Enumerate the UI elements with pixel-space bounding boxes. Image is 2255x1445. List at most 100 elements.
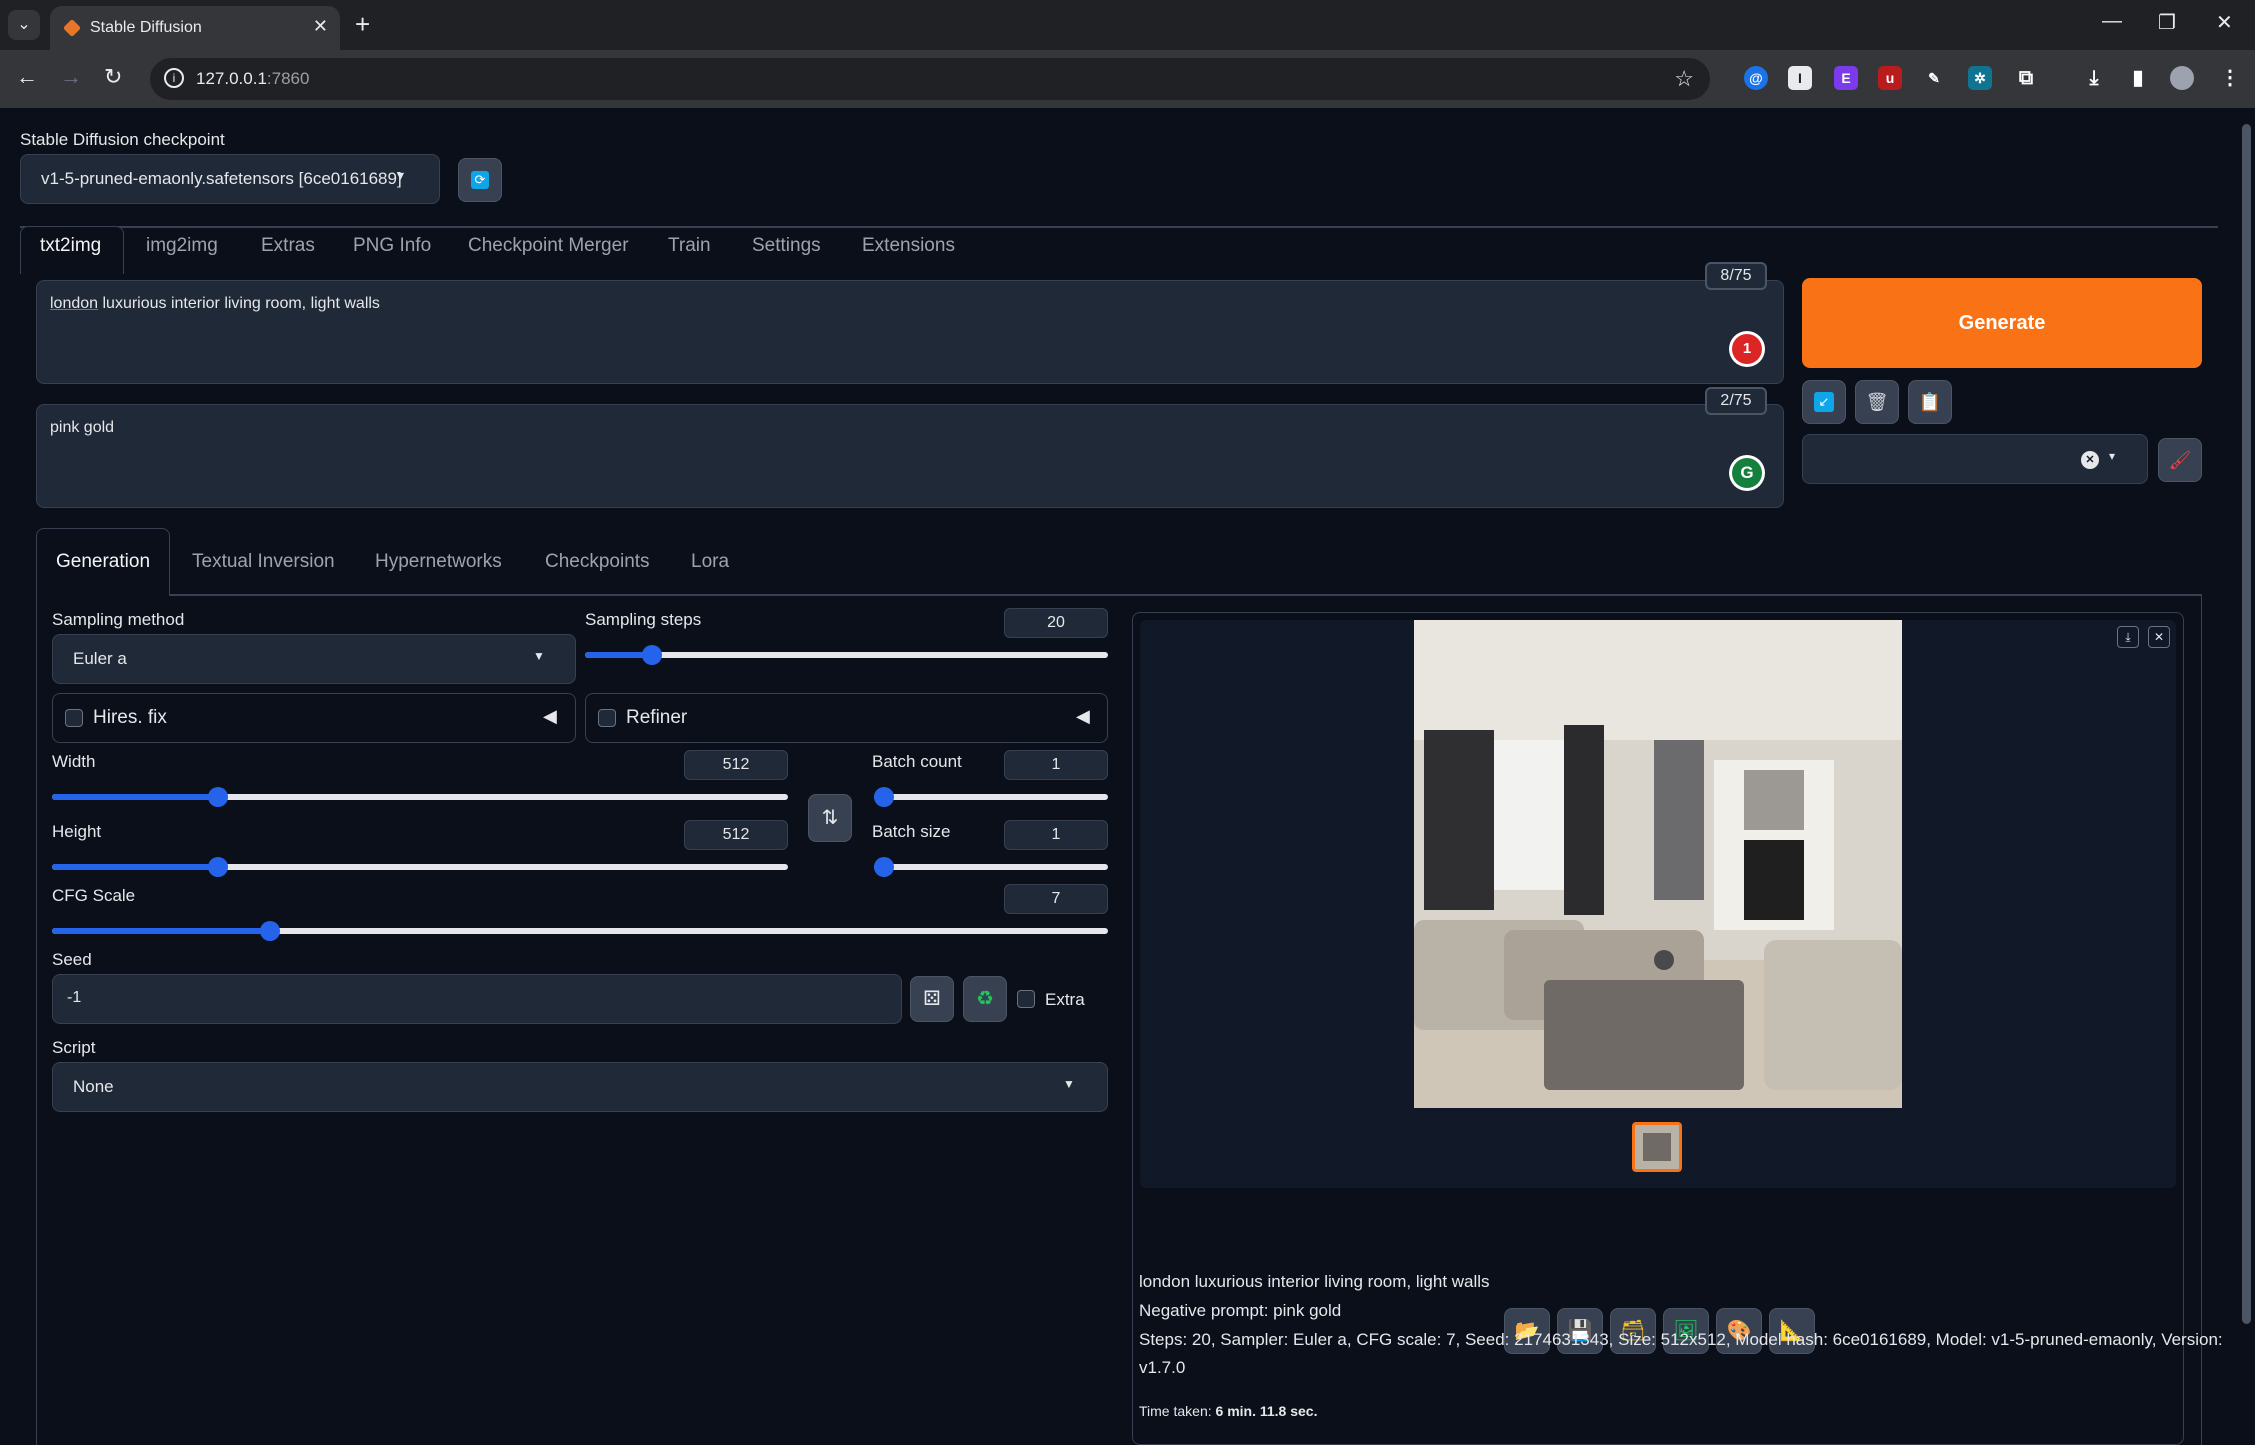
favicon-icon — [62, 18, 82, 38]
minimize-icon[interactable]: — — [2102, 10, 2122, 33]
reuse-seed-recycle-icon[interactable]: ♻ — [963, 976, 1007, 1022]
site-info-icon[interactable]: i — [164, 68, 184, 88]
tab-title: Stable Diffusion — [90, 19, 202, 36]
info-negative-prompt: Negative prompt: pink gold — [1139, 1301, 1342, 1320]
tab-checkpoint-merger[interactable]: Checkpoint Merger — [468, 235, 629, 257]
extension-icon[interactable]: u — [1878, 66, 1902, 90]
gallery-thumbnail[interactable] — [1632, 1122, 1682, 1172]
arrow-import-icon: ↙ — [1814, 392, 1834, 412]
chevron-down-icon: ▼ — [1063, 1077, 1075, 1091]
back-icon[interactable]: ← — [16, 64, 38, 90]
close-icon[interactable]: ✕ — [2148, 626, 2170, 648]
negative-prompt-text: pink gold — [50, 419, 115, 436]
tab-settings[interactable]: Settings — [752, 235, 821, 257]
clear-styles-icon[interactable]: ✕ — [2081, 451, 2099, 469]
tab-search-chevron-icon[interactable]: ⌄ — [8, 10, 40, 40]
tab-txt2img[interactable]: txt2img — [40, 235, 101, 257]
side-panel-icon[interactable]: ▮ — [2126, 66, 2150, 90]
batch-count-slider[interactable] — [874, 787, 1108, 807]
batch-size-input[interactable]: 1 — [1004, 820, 1108, 850]
browser-menu-icon[interactable]: ⋮ — [2218, 66, 2242, 90]
extension-icon[interactable]: ✲ — [1968, 66, 1992, 90]
bookmark-star-icon[interactable]: ☆ — [1674, 66, 1694, 92]
extra-seed-checkbox[interactable] — [1017, 990, 1035, 1008]
seed-input[interactable]: -1 — [52, 974, 902, 1024]
hires-fix-checkbox[interactable] — [65, 709, 83, 727]
swap-dimensions-icon[interactable]: ⇅ — [808, 794, 852, 842]
extensions-puzzle-icon[interactable]: ⧉ — [2014, 66, 2038, 90]
hires-fix-label: Hires. fix — [93, 707, 167, 728]
close-tab-icon[interactable]: ✕ — [313, 16, 328, 37]
reload-icon[interactable]: ↻ — [104, 64, 122, 90]
browser-tab[interactable]: Stable Diffusion ✕ — [50, 6, 340, 50]
restore-icon[interactable]: ❐ — [2158, 10, 2176, 35]
batch-size-slider[interactable] — [874, 857, 1108, 877]
close-window-icon[interactable]: ✕ — [2216, 10, 2233, 35]
batch-count-label: Batch count — [872, 752, 962, 771]
tab-train[interactable]: Train — [668, 235, 711, 257]
browser-toolbar: ← → ↻ i 127.0.0.1:7860 ☆ — [0, 50, 2255, 108]
download-icon[interactable]: ⤓ — [2082, 66, 2106, 90]
height-input[interactable]: 512 — [684, 820, 788, 850]
styles-dropdown[interactable]: ✕ ▾ — [1802, 434, 2148, 484]
grammarly-g-icon: G — [1732, 458, 1762, 488]
download-icon[interactable]: ⤓ — [2117, 626, 2139, 648]
edit-styles-brush-icon[interactable]: 🖌 — [2158, 438, 2202, 482]
trash-icon[interactable]: 🗑 — [1855, 380, 1899, 424]
negative-prompt-textarea[interactable]: pink gold G — [36, 404, 1784, 508]
tab-extras[interactable]: Extras — [261, 235, 315, 257]
cfg-scale-label: CFG Scale — [52, 886, 136, 905]
forward-icon[interactable]: → — [60, 64, 82, 90]
width-input[interactable]: 512 — [684, 750, 788, 780]
extension-icon[interactable]: ✎ — [1922, 66, 1946, 90]
sampling-steps-input[interactable]: 20 — [1004, 608, 1108, 638]
cfg-scale-input[interactable]: 7 — [1004, 884, 1108, 914]
tab-png-info[interactable]: PNG Info — [353, 235, 431, 257]
new-tab-icon[interactable]: + — [355, 10, 370, 38]
thumbnail-preview — [1643, 1133, 1671, 1161]
cfg-scale-slider[interactable] — [52, 921, 1108, 941]
width-slider[interactable] — [52, 787, 788, 807]
profile-avatar[interactable] — [2170, 66, 2194, 90]
tab-generation[interactable]: Generation — [56, 551, 150, 573]
collapse-arrow-icon: ◀ — [1076, 706, 1090, 726]
script-dropdown[interactable]: None ▼ — [52, 1062, 1108, 1112]
grammarly-icon[interactable]: G — [1729, 455, 1765, 491]
refiner-checkbox[interactable] — [598, 709, 616, 727]
refresh-checkpoints-button[interactable]: ⟳ — [458, 158, 502, 202]
read-params-button[interactable]: ↙ — [1802, 380, 1846, 424]
extension-icon[interactable]: I — [1788, 66, 1812, 90]
tab-hypernetworks[interactable]: Hypernetworks — [375, 551, 502, 573]
tab-textual-inversion[interactable]: Textual Inversion — [192, 551, 335, 573]
sampling-method-dropdown[interactable]: Euler a ▼ — [52, 634, 576, 684]
height-slider[interactable] — [52, 857, 788, 877]
prompt-textarea[interactable]: london luxurious interior living room, l… — [36, 280, 1784, 384]
tab-extensions[interactable]: Extensions — [862, 235, 955, 257]
tab-img2img[interactable]: img2img — [146, 235, 218, 257]
extension-icon[interactable]: @ — [1744, 66, 1768, 90]
checkpoint-dropdown[interactable]: v1-5-pruned-emaonly.safetensors [6ce0161… — [20, 154, 440, 204]
chevron-down-icon: ▾ — [2109, 449, 2116, 463]
grammar-badge[interactable]: 1 — [1729, 331, 1765, 367]
prompt-token-counter: 8/75 — [1705, 262, 1767, 290]
hires-fix-accordion[interactable]: Hires. fix ◀ — [52, 693, 576, 743]
random-seed-dice-icon[interactable]: ⚄ — [910, 976, 954, 1022]
clipboard-icon[interactable]: 📋 — [1908, 380, 1952, 424]
chevron-down-icon: ▼ — [533, 649, 545, 663]
tab-lora[interactable]: Lora — [691, 551, 729, 573]
refiner-accordion[interactable]: Refiner ◀ — [585, 693, 1108, 743]
generate-button[interactable]: Generate — [1802, 278, 2202, 368]
living-room-image-illustration — [1414, 620, 1902, 1108]
checkpoint-value: v1-5-pruned-emaonly.safetensors [6ce0161… — [41, 169, 402, 188]
batch-count-input[interactable]: 1 — [1004, 750, 1108, 780]
time-taken: Time taken: 6 min. 11.8 sec. — [1139, 1403, 1318, 1419]
sampling-method-label: Sampling method — [52, 610, 185, 629]
address-bar[interactable]: i 127.0.0.1:7860 ☆ — [150, 58, 1710, 100]
extension-icon[interactable]: E — [1834, 66, 1858, 90]
tab-checkpoints[interactable]: Checkpoints — [545, 551, 650, 573]
page-scrollbar[interactable] — [2238, 108, 2255, 1445]
generated-image[interactable] — [1414, 620, 1902, 1108]
scrollbar-thumb[interactable] — [2242, 124, 2251, 1324]
sampling-method-value: Euler a — [73, 649, 127, 668]
sampling-steps-slider[interactable] — [585, 645, 1108, 665]
